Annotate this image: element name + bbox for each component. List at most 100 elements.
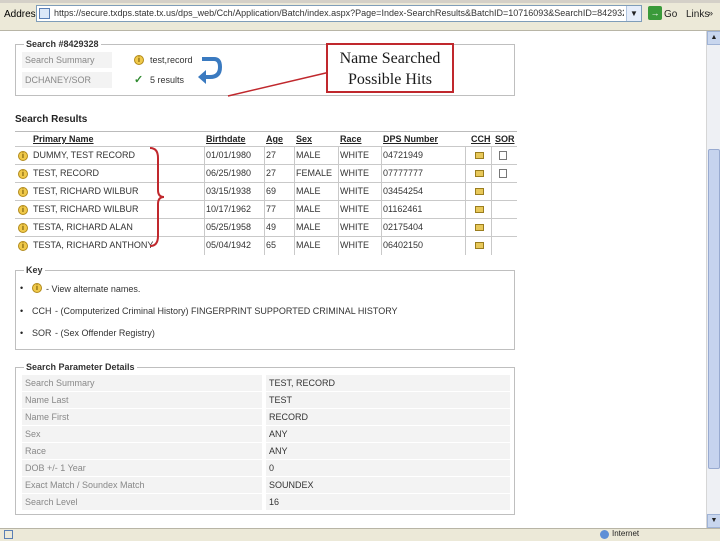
key-cch-text: - (Computerized Criminal History) FINGER… <box>55 306 398 316</box>
birthdate-cell: 05/04/1942 <box>206 240 252 250</box>
sor-document-icon[interactable] <box>499 169 507 178</box>
header-sex[interactable]: Sex <box>296 132 312 146</box>
birthdate-cell: 10/17/1962 <box>206 204 252 214</box>
primary-name-cell[interactable]: TEST, RICHARD WILBUR <box>33 201 203 218</box>
dps-number-cell: 06402150 <box>383 240 424 250</box>
column-divider <box>338 147 339 165</box>
parameter-value: TEST, RECORD <box>266 375 510 391</box>
column-divider <box>381 237 382 255</box>
header-sor: SOR <box>495 134 515 144</box>
cch-folder-icon[interactable] <box>475 224 484 231</box>
column-divider <box>465 201 466 219</box>
cch-folder-icon[interactable] <box>475 242 484 249</box>
table-row: i DUMMY, TEST RECORD 01/01/1980 27 MALE WHITE… <box>15 146 517 165</box>
column-divider <box>294 201 295 219</box>
table-row: i TEST, RICHARD WILBUR 03/15/1938 69 MALE WHI… <box>15 182 517 201</box>
parameter-value: RECORD <box>266 409 510 425</box>
info-icon[interactable]: i <box>18 241 28 251</box>
column-divider <box>491 219 492 237</box>
scroll-thumb[interactable] <box>708 149 720 469</box>
parameter-row: Sex ANY <box>22 426 510 442</box>
header-age[interactable]: Age <box>266 132 283 146</box>
table-row: i TEST, RECORD 06/25/1980 27 FEMALE WHITE 0777… <box>15 164 517 183</box>
table-row: i TESTA, RICHARD ALAN 05/25/1958 49 MALE WHIT… <box>15 218 517 237</box>
column-divider <box>264 183 265 201</box>
vertical-scrollbar[interactable]: ▲ ▼ <box>706 31 720 528</box>
parameter-value: 0 <box>266 460 510 476</box>
header-birthdate[interactable]: Birthdate <box>206 132 246 146</box>
page-status-icon <box>4 530 13 539</box>
column-divider <box>465 165 466 183</box>
info-icon[interactable]: i <box>18 187 28 197</box>
birthdate-cell: 05/25/1958 <box>206 222 252 232</box>
column-divider <box>264 237 265 255</box>
column-divider <box>264 219 265 237</box>
header-primary-name[interactable]: Primary Name <box>33 132 94 146</box>
column-divider <box>338 201 339 219</box>
info-icon[interactable]: i <box>18 169 28 179</box>
cch-folder-icon[interactable] <box>475 206 484 213</box>
dps-number-cell: 02175404 <box>383 222 424 232</box>
column-divider <box>264 147 265 165</box>
bullet: • <box>20 328 24 338</box>
parameter-label: Race <box>22 443 262 459</box>
info-icon: i <box>32 283 42 293</box>
parameter-row: Search Level 16 <box>22 494 510 510</box>
column-divider <box>465 147 466 165</box>
cch-folder-icon[interactable] <box>475 152 484 159</box>
primary-name-cell[interactable]: TEST, RICHARD WILBUR <box>33 183 203 200</box>
age-cell: 49 <box>266 222 277 232</box>
info-icon[interactable]: i <box>18 205 28 215</box>
key-sor-text: - (Sex Offender Registry) <box>55 328 155 338</box>
column-divider <box>204 147 205 165</box>
column-divider <box>338 183 339 201</box>
primary-name-cell[interactable]: DUMMY, TEST RECORD <box>33 147 203 164</box>
header-dps-number[interactable]: DPS Number <box>383 132 438 146</box>
header-race[interactable]: Race <box>340 132 362 146</box>
age-cell: 77 <box>266 204 277 214</box>
column-divider <box>491 165 492 183</box>
primary-name-cell[interactable]: TESTA, RICHARD ALAN <box>33 219 203 236</box>
parameter-row: Name Last TEST <box>22 392 510 408</box>
column-divider <box>381 147 382 165</box>
parameter-legend: Search Parameter Details <box>24 362 137 372</box>
primary-name-cell[interactable]: TEST, RECORD <box>33 165 203 182</box>
sor-document-icon[interactable] <box>499 151 507 160</box>
info-icon[interactable]: i <box>18 223 28 233</box>
parameter-row: Name First RECORD <box>22 409 510 425</box>
status-bar: Internet <box>0 528 720 541</box>
column-divider <box>204 219 205 237</box>
column-divider <box>338 219 339 237</box>
column-divider <box>465 237 466 255</box>
primary-name-cell[interactable]: TESTA, RICHARD ANTHONY <box>33 237 203 254</box>
info-icon[interactable]: i <box>18 151 28 161</box>
parameter-value: ANY <box>266 426 510 442</box>
key-info-text: - View alternate names. <box>46 284 141 294</box>
key-legend: Key <box>24 265 45 275</box>
sex-cell: MALE <box>296 150 321 160</box>
parameter-label: Exact Match / Soundex Match <box>22 477 262 493</box>
annotation-brace <box>149 147 164 247</box>
age-cell: 27 <box>266 168 277 178</box>
cch-folder-icon[interactable] <box>475 170 484 177</box>
scroll-down-arrow-icon[interactable]: ▼ <box>707 514 720 528</box>
race-cell: WHITE <box>340 204 369 214</box>
column-divider <box>264 201 265 219</box>
globe-icon <box>600 530 609 539</box>
annotation-line-1: Name Searched <box>339 50 441 67</box>
column-divider <box>491 183 492 201</box>
column-divider <box>465 219 466 237</box>
scroll-up-arrow-icon[interactable]: ▲ <box>707 31 720 45</box>
column-divider <box>465 183 466 201</box>
column-divider <box>491 147 492 165</box>
column-divider <box>491 201 492 219</box>
parameter-row: Search Summary TEST, RECORD <box>22 375 510 391</box>
parameter-label: DOB +/- 1 Year <box>22 460 262 476</box>
cch-folder-icon[interactable] <box>475 188 484 195</box>
column-divider <box>381 219 382 237</box>
key-cch-code: CCH <box>32 306 52 316</box>
birthdate-cell: 06/25/1980 <box>206 168 252 178</box>
parameter-row: DOB +/- 1 Year 0 <box>22 460 510 476</box>
search-parameter-box: Search Parameter Details Search Summary T… <box>15 362 515 515</box>
column-divider <box>381 183 382 201</box>
